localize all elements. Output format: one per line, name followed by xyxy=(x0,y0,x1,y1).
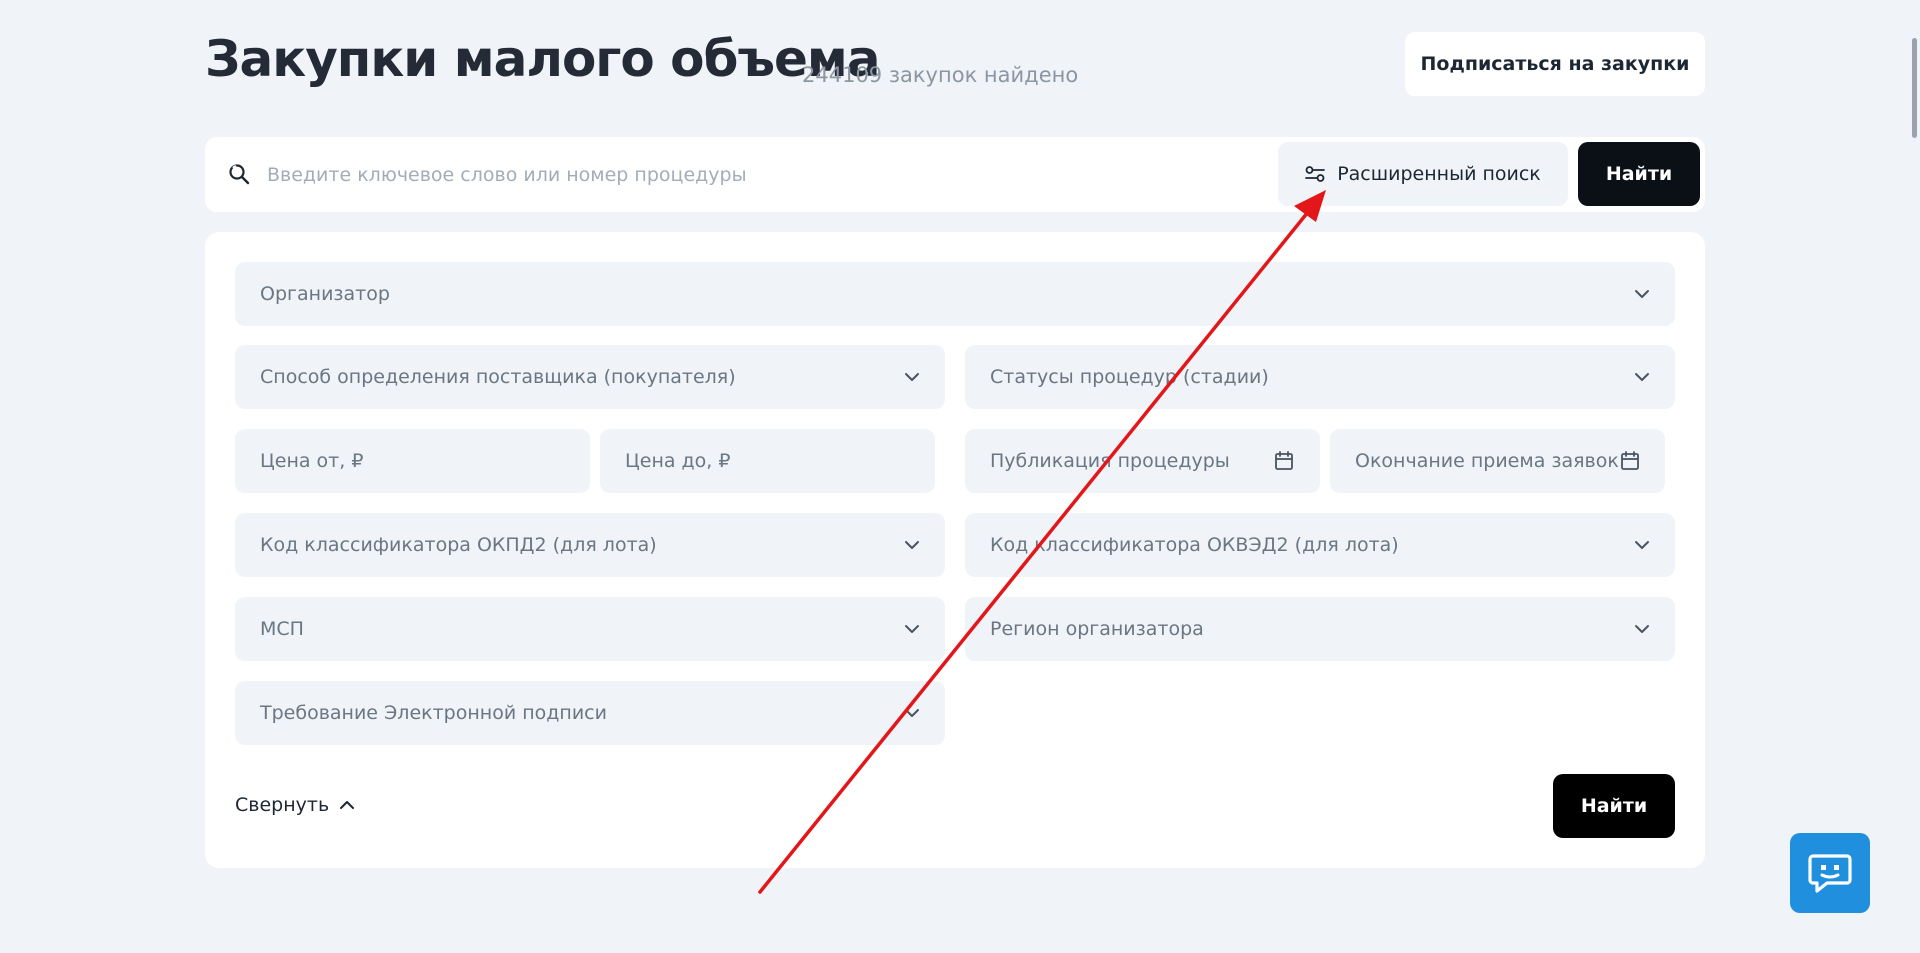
organizer-label: Организатор xyxy=(260,283,390,305)
price-from-label: Цена от, ₽ xyxy=(260,450,364,472)
okpd2-select[interactable]: Код классификатора ОКПД2 (для лота) xyxy=(235,513,945,577)
search-bar: Расширенный поиск Найти xyxy=(205,137,1705,212)
okved2-select[interactable]: Код классификатора ОКВЭД2 (для лота) xyxy=(965,513,1675,577)
chevron-down-icon xyxy=(905,625,919,633)
chevron-down-icon xyxy=(905,541,919,549)
deadline-date-label: Окончание приема заявок xyxy=(1355,450,1619,472)
calendar-icon xyxy=(1620,451,1639,470)
organizer-select[interactable]: Организатор xyxy=(235,262,1675,326)
page-title: Закупки малого объема xyxy=(205,30,881,88)
okpd2-label: Код классификатора ОКПД2 (для лота) xyxy=(260,534,657,556)
price-from-input[interactable]: Цена от, ₽ xyxy=(235,429,590,493)
filter-panel: Организатор Способ определения поставщик… xyxy=(205,232,1705,868)
signature-label: Требование Электронной подписи xyxy=(260,702,607,724)
procedure-status-label: Статусы процедур (стадии) xyxy=(990,366,1269,388)
chevron-down-icon xyxy=(1635,290,1649,298)
chevron-down-icon xyxy=(905,709,919,717)
signature-select[interactable]: Требование Электронной подписи xyxy=(235,681,945,745)
calendar-icon xyxy=(1275,451,1293,470)
chevron-down-icon xyxy=(1635,541,1649,549)
price-to-input[interactable]: Цена до, ₽ xyxy=(600,429,935,493)
publication-date-label: Публикация процедуры xyxy=(990,450,1230,472)
okved2-label: Код классификатора ОКВЭД2 (для лота) xyxy=(990,534,1399,556)
page: Закупки малого объема 244109 закупок най… xyxy=(0,0,1920,953)
search-input[interactable] xyxy=(265,153,1269,197)
advanced-search-button[interactable]: Расширенный поиск xyxy=(1278,142,1568,206)
collapse-button[interactable]: Свернуть xyxy=(235,794,355,816)
collapse-label: Свернуть xyxy=(235,794,330,816)
procedure-status-select[interactable]: Статусы процедур (стадии) xyxy=(965,345,1675,409)
filter-find-button[interactable]: Найти xyxy=(1553,774,1675,838)
chevron-down-icon xyxy=(1635,625,1649,633)
chevron-down-icon xyxy=(905,373,919,381)
advanced-search-label: Расширенный поиск xyxy=(1337,163,1541,185)
chat-widget-button[interactable] xyxy=(1790,833,1870,913)
region-label: Регион организатора xyxy=(990,618,1204,640)
region-select[interactable]: Регион организатора xyxy=(965,597,1675,661)
publication-date-input[interactable]: Публикация процедуры xyxy=(965,429,1320,493)
supplier-method-label: Способ определения поставщика (покупател… xyxy=(260,366,736,388)
subscribe-button[interactable]: Подписаться на закупки xyxy=(1405,32,1705,96)
deadline-date-input[interactable]: Окончание приема заявок xyxy=(1330,429,1665,493)
sliders-icon xyxy=(1305,166,1326,182)
find-button[interactable]: Найти xyxy=(1578,142,1700,206)
msp-label: МСП xyxy=(260,618,304,640)
search-icon xyxy=(229,164,250,185)
result-count: 244109 закупок найдено xyxy=(802,63,1079,87)
chat-icon xyxy=(1808,854,1852,893)
chevron-up-icon xyxy=(340,801,355,809)
price-to-label: Цена до, ₽ xyxy=(625,450,731,472)
msp-select[interactable]: МСП xyxy=(235,597,945,661)
chevron-down-icon xyxy=(1635,373,1649,381)
supplier-method-select[interactable]: Способ определения поставщика (покупател… xyxy=(235,345,945,409)
scrollbar-thumb[interactable] xyxy=(1912,38,1917,138)
